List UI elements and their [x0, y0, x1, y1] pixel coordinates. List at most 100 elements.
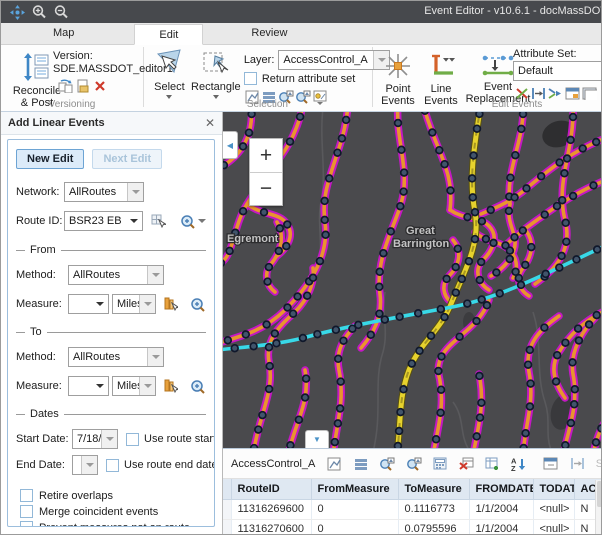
from-measure-input[interactable]	[68, 294, 109, 314]
merge-coincident-label: Merge coincident events	[39, 506, 158, 518]
event-replacement-icon	[480, 52, 516, 81]
zoom-selected-icon[interactable]	[378, 456, 397, 472]
from-measure-label: Measure:	[16, 298, 68, 310]
use-route-end-checkbox[interactable]	[106, 459, 119, 472]
route-id-select[interactable]: BSR23 EB	[64, 211, 143, 231]
map-zoom-out-button[interactable]: −	[250, 172, 282, 205]
retire-overlaps-label: Retire overlaps	[39, 490, 113, 502]
clipped-toolbar-button[interactable]: S	[596, 458, 602, 470]
zoom-in-icon[interactable]	[29, 3, 49, 21]
split-measure-icon[interactable]	[567, 456, 586, 472]
use-route-start-label: Use route start date	[144, 433, 215, 445]
to-measure-input[interactable]	[68, 376, 109, 396]
attribute-set-select[interactable]: Default	[513, 61, 602, 81]
from-method-label: Method:	[16, 269, 68, 281]
tab-review[interactable]: Review	[227, 23, 311, 44]
zoom-measure-icon[interactable]	[190, 378, 206, 394]
chevron-down-icon[interactable]	[147, 266, 163, 284]
clear-selection-icon[interactable]	[457, 456, 476, 472]
network-select[interactable]: AllRoutes	[64, 182, 144, 202]
to-section-label: To	[30, 326, 42, 338]
chevron-down-icon[interactable]	[139, 295, 155, 313]
from-method-select[interactable]: AllRoutes	[68, 265, 164, 285]
chevron-down-icon[interactable]	[81, 456, 97, 474]
end-date-input[interactable]	[72, 455, 98, 475]
use-route-start-checkbox[interactable]	[126, 433, 139, 446]
chevron-down-icon[interactable]	[139, 377, 155, 395]
map-zoom-in-button[interactable]: +	[250, 139, 282, 172]
point-events-button[interactable]: Point Events	[377, 49, 419, 107]
map-canvas[interactable]: Egremont Great Barrington ◀ + − ▼	[223, 112, 602, 448]
select-features-icon[interactable]	[325, 456, 344, 472]
attribute-set-label: Attribute Set:	[513, 48, 577, 60]
tab-edit[interactable]: Edit	[134, 24, 203, 45]
zoom-measure-icon[interactable]	[190, 296, 206, 312]
versioning-group: Reconcile & Post Version: SDE.MASSDOT_ed…	[1, 45, 143, 111]
close-icon[interactable]: ✕	[205, 116, 215, 130]
to-method-select[interactable]: AllRoutes	[68, 347, 164, 367]
line-events-button[interactable]: Line Events	[421, 49, 461, 107]
column-header-todate[interactable]: TODATE	[533, 479, 574, 499]
route-id-label: Route ID:	[16, 215, 64, 227]
point-events-label: Point Events	[378, 83, 418, 107]
delete-version-icon[interactable]	[91, 78, 108, 94]
collapse-table-icon[interactable]: ▼	[305, 430, 329, 448]
table-row[interactable]: 11316270600 0 0.0795596 1/1/2004 <null> …	[223, 519, 602, 535]
map-zoom-control: + −	[249, 138, 283, 206]
tab-map[interactable]: Map	[29, 23, 98, 44]
column-header-fromdate[interactable]: FROMDATE	[469, 479, 533, 499]
new-edit-button[interactable]: New Edit	[16, 149, 84, 169]
chevron-down-icon[interactable]	[126, 212, 142, 230]
attribute-table: RouteID FromMeasure ToMeasure FROMDATE T…	[223, 479, 602, 535]
edit-events-group-label: Edit Events	[477, 99, 557, 110]
next-edit-button[interactable]: Next Edit	[92, 149, 162, 169]
chevron-down-icon[interactable]	[92, 377, 108, 395]
new-version-icon[interactable]	[74, 78, 91, 94]
measure-select-icon[interactable]	[164, 378, 178, 394]
selection-list-icon[interactable]	[352, 456, 371, 472]
chevron-down-icon[interactable]	[147, 348, 163, 366]
column-header-routeid[interactable]: RouteID	[231, 479, 311, 499]
version-label: Version:	[53, 50, 93, 62]
zoom-route-icon[interactable]	[180, 213, 206, 229]
sort-ascending-icon[interactable]: AZ	[509, 456, 528, 472]
cell-routeid: 11316269600	[231, 499, 311, 519]
pan-icon[interactable]	[7, 3, 27, 21]
attribute-window-icon[interactable]	[564, 85, 581, 101]
end-date-label: End Date:	[16, 459, 72, 471]
compare-versions-icon[interactable]	[57, 78, 74, 94]
calculate-icon[interactable]	[430, 456, 449, 472]
chevron-down-icon[interactable]	[101, 430, 117, 448]
pan-selected-icon[interactable]	[404, 456, 423, 472]
column-header-frommeasure[interactable]: FromMeasure	[311, 479, 398, 499]
zoom-out-icon[interactable]	[51, 3, 71, 21]
to-units-select[interactable]: Miles	[112, 376, 156, 396]
to-method-label: Method:	[16, 351, 68, 363]
cell-tomeasure: 0.1116773	[398, 499, 469, 519]
route-select-icon[interactable]	[151, 213, 166, 229]
table-header-row: RouteID FromMeasure ToMeasure FROMDATE T…	[223, 479, 602, 499]
dates-section-label: Dates	[30, 408, 59, 420]
select-tool-button[interactable]: Select	[148, 45, 191, 111]
cell-fromdate: 1/1/2004	[469, 499, 533, 519]
column-header-tomeasure[interactable]: ToMeasure	[398, 479, 469, 499]
attribute-window-icon[interactable]	[541, 456, 560, 472]
chevron-down-icon[interactable]	[127, 183, 143, 201]
chevron-down-icon	[166, 95, 172, 99]
return-attribute-set-checkbox[interactable]	[244, 72, 257, 85]
attribute-panel-icon[interactable]	[581, 85, 598, 101]
prevent-measures-checkbox[interactable]	[20, 521, 33, 527]
chevron-down-icon[interactable]	[92, 295, 108, 313]
add-record-icon[interactable]	[483, 456, 502, 472]
measure-select-icon[interactable]	[164, 296, 178, 312]
from-units-select[interactable]: Miles	[112, 294, 156, 314]
table-scrollbar[interactable]	[595, 480, 602, 535]
start-date-input[interactable]: 7/18/	[72, 429, 118, 449]
rectangle-tool-button[interactable]: Rectangle	[191, 45, 241, 111]
table-row[interactable]: 11316269600 0 0.1116773 1/1/2004 <null> …	[223, 499, 602, 519]
retire-overlaps-checkbox[interactable]	[20, 489, 33, 502]
chevron-down-icon	[213, 95, 219, 99]
collapse-panel-icon[interactable]: ◀	[223, 131, 238, 159]
add-linear-events-panel: Add Linear Events ✕ New Edit Next Edit N…	[1, 112, 223, 535]
merge-coincident-checkbox[interactable]	[20, 505, 33, 518]
